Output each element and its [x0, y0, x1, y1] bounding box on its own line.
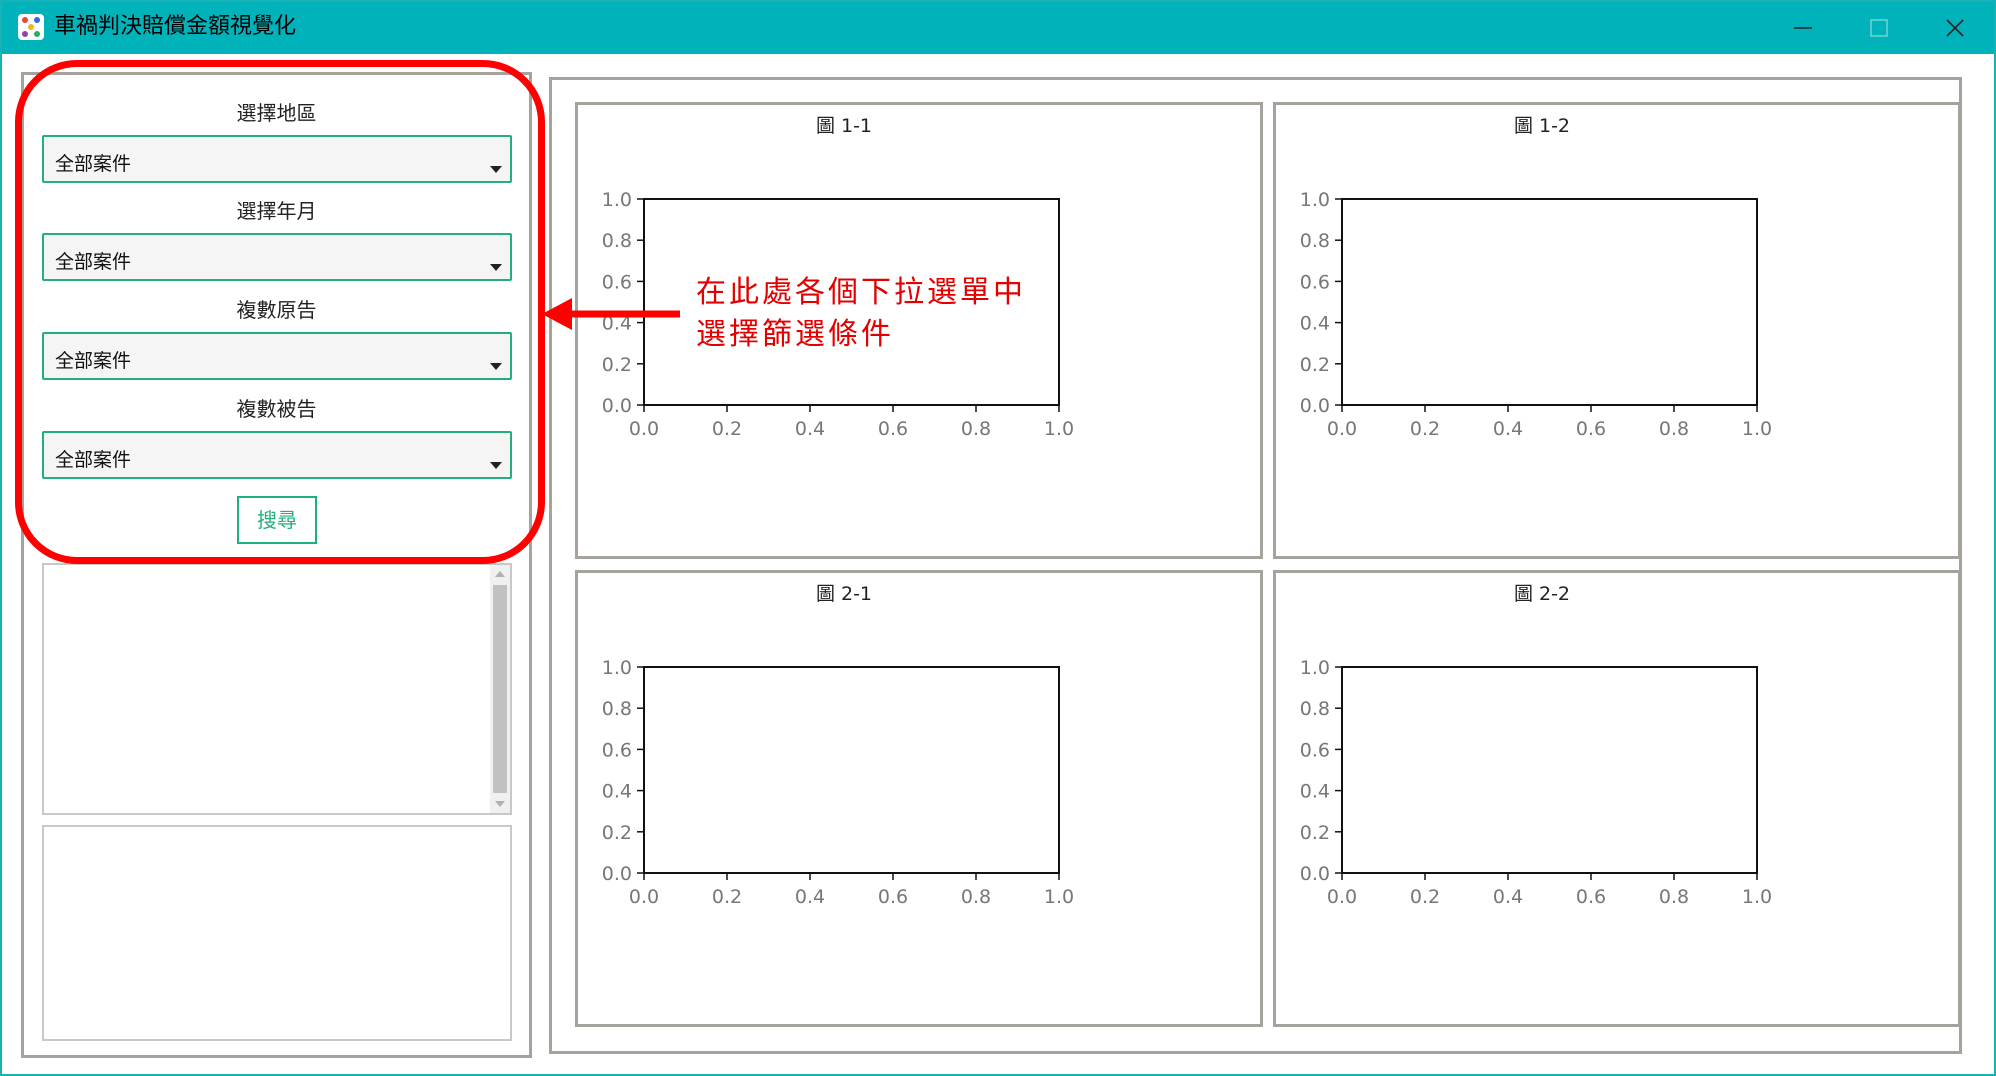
- y-tick-label: 0.8: [1300, 230, 1330, 252]
- maximize-icon: [1870, 19, 1888, 37]
- scroll-up-icon[interactable]: [495, 571, 505, 577]
- y-tick-label: 0.4: [602, 781, 632, 803]
- minimize-icon: [1794, 27, 1812, 29]
- y-tick-label: 0.6: [602, 739, 632, 761]
- plot-area: [1341, 198, 1758, 406]
- app-window: 車禍判決賠償金額視覺化 選擇地區 全部案件 選擇年月 全部案件 複數原告 全部案…: [0, 0, 1996, 1076]
- x-tick-label: 0.6: [878, 418, 908, 440]
- y-tick-label: 0.4: [1300, 781, 1330, 803]
- y-tick-label: 1.0: [1300, 657, 1330, 679]
- chart-title: 圖 2-2: [1514, 583, 1570, 605]
- detail-text-box[interactable]: [42, 825, 512, 1041]
- annotation-line-2: 選擇篩選條件: [696, 317, 894, 352]
- y-tick-label: 0.2: [602, 354, 632, 376]
- chart-frame-1-2: 圖 1-2 0.0 0.2 0.4 0.6 0.8 1.0 0.0 0.2 0.4 0.6 0.8 1.…: [1273, 102, 1961, 559]
- y-tick-label: 0.6: [602, 271, 632, 293]
- y-tick-label: 0.0: [1300, 395, 1330, 417]
- y-tick-label: 0.0: [602, 395, 632, 417]
- chart-title: 圖 1-2: [1514, 115, 1570, 137]
- highlight-circle: [15, 60, 545, 564]
- x-tick-label: 0.4: [1493, 418, 1523, 440]
- y-tick-label: 0.6: [1300, 271, 1330, 293]
- y-tick-label: 0.8: [602, 698, 632, 720]
- x-tick-label: 0.0: [629, 886, 659, 908]
- title-bar[interactable]: 車禍判決賠償金額視覺化: [2, 2, 1994, 54]
- results-list[interactable]: [42, 563, 512, 815]
- x-tick-label: 0.6: [1576, 886, 1606, 908]
- x-tick-label: 0.0: [629, 418, 659, 440]
- minimize-button[interactable]: [1766, 2, 1840, 54]
- app-icon: [18, 14, 44, 40]
- chart-title: 圖 2-1: [816, 583, 872, 605]
- x-tick-label: 0.2: [712, 418, 742, 440]
- x-tick-label: 0.6: [1576, 418, 1606, 440]
- chart-frame-2-2: 圖 2-2 0.0 0.2 0.4 0.6 0.8 1.0 0.0 0.2 0.4 0.6 0.8 1.…: [1273, 570, 1961, 1027]
- window-title: 車禍判決賠償金額視覺化: [54, 14, 297, 39]
- chart-title: 圖 1-1: [816, 115, 872, 137]
- x-tick-label: 0.2: [1410, 886, 1440, 908]
- chart-1-2: 圖 1-2 0.0 0.2 0.4 0.6 0.8 1.0 0.0 0.2 0.4 0.6 0.8 1.…: [1300, 115, 1772, 440]
- y-tick-label: 0.0: [1300, 863, 1330, 885]
- x-tick-label: 1.0: [1044, 886, 1074, 908]
- x-tick-label: 1.0: [1742, 418, 1772, 440]
- y-tick-label: 1.0: [602, 657, 632, 679]
- chart-2-2: 圖 2-2 0.0 0.2 0.4 0.6 0.8 1.0 0.0 0.2 0.4 0.6 0.8 1.…: [1300, 583, 1772, 908]
- x-tick-label: 1.0: [1742, 886, 1772, 908]
- y-tick-label: 0.4: [1300, 313, 1330, 335]
- y-tick-label: 0.0: [602, 863, 632, 885]
- chart-2-1: 圖 2-1 0.0 0.2 0.4 0.6 0.8 1.0 0.0 0.2 0.4 0.6 0.8 1.…: [602, 583, 1074, 908]
- x-tick-label: 0.0: [1327, 418, 1357, 440]
- x-tick-label: 0.8: [961, 418, 991, 440]
- y-tick-label: 1.0: [1300, 189, 1330, 211]
- chart-frame-2-1: 圖 2-1 0.0 0.2 0.4 0.6 0.8 1.0 0.0 0.2 0.4 0.6 0.8 1.…: [575, 570, 1263, 1027]
- y-tick-label: 0.6: [1300, 739, 1330, 761]
- x-tick-label: 0.8: [1659, 886, 1689, 908]
- y-tick-label: 0.2: [1300, 354, 1330, 376]
- x-tick-label: 0.4: [795, 886, 825, 908]
- maximize-button[interactable]: [1842, 2, 1916, 54]
- scroll-thumb[interactable]: [493, 585, 507, 793]
- y-tick-label: 1.0: [602, 189, 632, 211]
- scroll-down-icon[interactable]: [495, 801, 505, 807]
- y-tick-label: 0.2: [1300, 822, 1330, 844]
- plot-area: [1341, 666, 1758, 874]
- arrow-left-icon: [542, 298, 680, 330]
- annotation-text: 在此處各個下拉選單中 選擇篩選條件: [696, 272, 1026, 356]
- x-tick-label: 0.0: [1327, 886, 1357, 908]
- annotation-line-1: 在此處各個下拉選單中: [696, 275, 1026, 310]
- x-tick-label: 0.8: [961, 886, 991, 908]
- y-tick-label: 0.2: [602, 822, 632, 844]
- close-button[interactable]: [1918, 2, 1992, 54]
- plot-area: [643, 666, 1060, 874]
- results-scrollbar[interactable]: [490, 565, 510, 813]
- x-tick-label: 0.4: [795, 418, 825, 440]
- x-tick-label: 0.6: [878, 886, 908, 908]
- x-tick-label: 1.0: [1044, 418, 1074, 440]
- x-tick-label: 0.2: [1410, 418, 1440, 440]
- x-tick-label: 0.2: [712, 886, 742, 908]
- y-tick-label: 0.8: [1300, 698, 1330, 720]
- x-tick-label: 0.8: [1659, 418, 1689, 440]
- y-tick-label: 0.8: [602, 230, 632, 252]
- close-icon: [1946, 19, 1964, 37]
- x-tick-label: 0.4: [1493, 886, 1523, 908]
